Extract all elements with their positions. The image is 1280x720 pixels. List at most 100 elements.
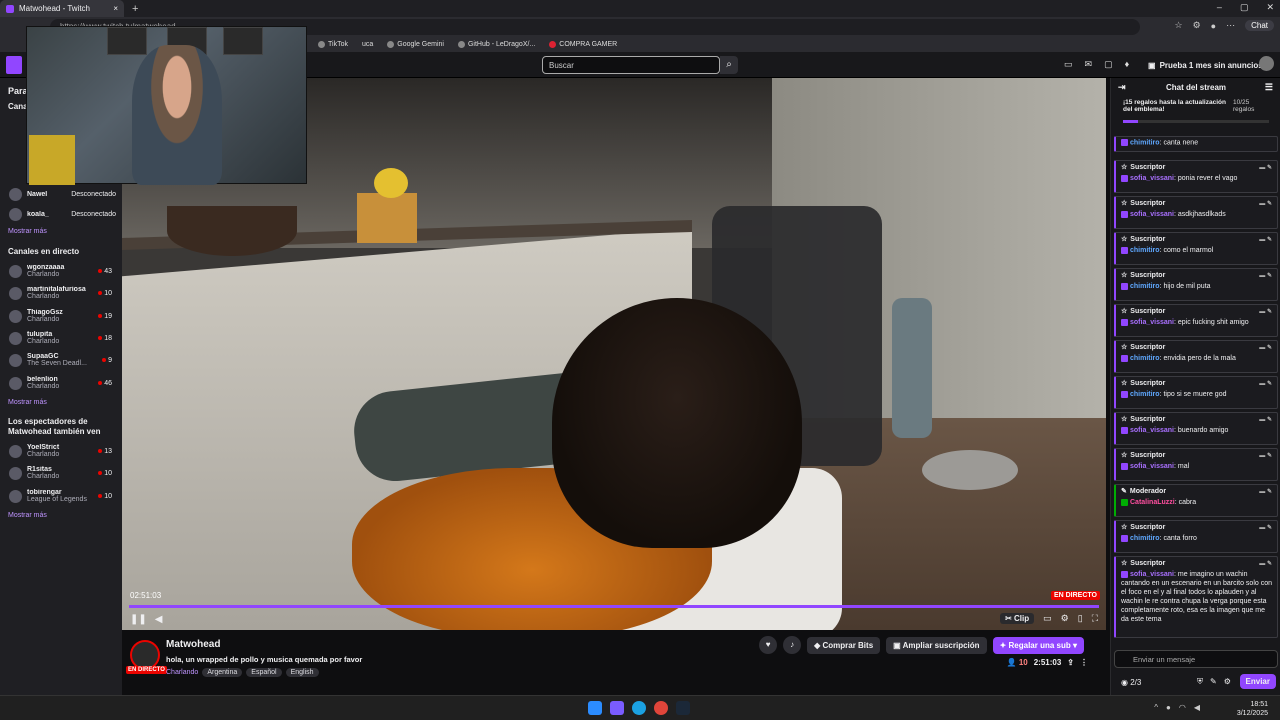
pause-icon[interactable]: ❚❚ xyxy=(130,614,147,625)
pencil-icon[interactable]: ✎ xyxy=(1210,677,1217,687)
chat-message[interactable]: ☆ Suscriptor ▬ ✎ chimitiro: como el marmol xyxy=(1114,232,1278,265)
tag-pill[interactable]: Español xyxy=(246,668,282,677)
chat-settings-icon[interactable]: ⚙ xyxy=(1224,677,1231,687)
mail-icon[interactable]: ✉ xyxy=(1085,59,1093,70)
chat-username[interactable]: sofia_vissani xyxy=(1130,571,1174,578)
chat-username[interactable]: sofia_vissani xyxy=(1130,319,1174,326)
theatre-mode-icon[interactable]: ▯ xyxy=(1078,613,1083,624)
search-icon[interactable]: ⌕ xyxy=(720,56,738,74)
chat-username[interactable]: chimitiro xyxy=(1130,283,1160,290)
chat-message[interactable]: ☆ Suscriptor ▬ ✎ chimitiro: canta forro xyxy=(1114,520,1278,553)
popout-icon[interactable]: ▭ xyxy=(1043,613,1052,624)
sidebar-item-recommended[interactable]: tobirengar League of Legends 10 xyxy=(0,485,122,507)
chat-username[interactable]: sofia_vissani xyxy=(1130,211,1174,218)
message-tools-icon[interactable]: ▬ ✎ xyxy=(1259,416,1272,423)
sidebar-item-live[interactable]: wgonzaaaa Charlando 43 xyxy=(0,260,122,282)
volume-icon[interactable]: ◀ xyxy=(155,614,163,625)
wifi-icon[interactable]: ◠ xyxy=(1179,703,1186,712)
close-tab-icon[interactable]: × xyxy=(113,4,118,13)
notifications-icon[interactable]: ♦ xyxy=(1125,59,1130,70)
chat-message[interactable]: ☆ Suscriptor ▬ ✎ sofia_vissani: ponia rever… xyxy=(1114,160,1278,193)
sidebar-item-live[interactable]: belenlion Charlando 46 xyxy=(0,372,122,394)
tag-pill[interactable]: English xyxy=(285,668,319,677)
notification-bell-icon[interactable]: ♪ xyxy=(783,636,802,654)
bookmark-item[interactable]: Google Gemini xyxy=(387,41,444,48)
share-icon[interactable]: ⇪ xyxy=(1067,658,1074,667)
message-tools-icon[interactable]: ▬ ✎ xyxy=(1259,344,1272,351)
users-icon[interactable]: ☰ xyxy=(1265,82,1273,93)
chat-message[interactable]: ☆ Suscriptor ▬ ✎ chimitiro: hijo de mil put… xyxy=(1114,268,1278,301)
gift-sub-button[interactable]: ✦ Regalar una sub ▾ xyxy=(992,636,1084,654)
bookmark-item[interactable]: TikTok xyxy=(318,41,348,48)
new-tab-button[interactable]: + xyxy=(132,3,138,15)
message-tools-icon[interactable]: ▬ ✎ xyxy=(1259,524,1272,531)
sidebar-item-nawel[interactable]: Nawel Desconectado xyxy=(0,183,122,205)
sidebar-item-live[interactable]: martinitalafuriosa Charlando 10 xyxy=(0,282,122,304)
shield-icon[interactable]: ⛨ xyxy=(1197,677,1203,687)
category-link[interactable]: Charlando xyxy=(166,669,198,676)
chat-username[interactable]: sofia_vissani xyxy=(1130,427,1174,434)
buy-bits-button[interactable]: ◆ Comprar Bits xyxy=(807,636,881,654)
sidebar-item-live[interactable]: SupaaGC The Seven Deadl... 9 xyxy=(0,349,122,371)
message-tools-icon[interactable]: ▬ ✎ xyxy=(1259,164,1272,171)
chat-message[interactable]: ☆ Suscriptor ▬ ✎ chimitiro: tipo si se muer… xyxy=(1114,376,1278,409)
message-tools-icon[interactable]: ▬ ✎ xyxy=(1259,452,1272,459)
gift-goal-banner[interactable]: ¡15 regalos hasta la actualización del e… xyxy=(1111,96,1280,128)
message-tools-icon[interactable]: ▬ ✎ xyxy=(1259,560,1272,567)
whispers-icon[interactable]: ▢ xyxy=(1104,59,1113,70)
maximize-button[interactable]: ▢ xyxy=(1240,2,1249,13)
more-options-icon[interactable]: ⋮ xyxy=(1080,658,1088,667)
user-avatar[interactable] xyxy=(1259,56,1274,71)
chat-username[interactable]: sofia_vissani xyxy=(1130,463,1174,470)
browser-chat-button[interactable]: Chat xyxy=(1245,20,1274,31)
app-icon[interactable] xyxy=(610,701,624,715)
twitch-logo-icon[interactable] xyxy=(6,56,22,74)
fullscreen-icon[interactable]: ⛶ xyxy=(1092,613,1098,624)
chat-message[interactable]: ☆ Suscriptor ▬ ✎ sofia_vissani: mal xyxy=(1114,448,1278,481)
chat-message[interactable]: chimitiro: canta nene xyxy=(1114,136,1278,152)
channel-points[interactable]: ◉ 2/3 xyxy=(1121,678,1141,687)
chat-message[interactable]: ☆ Suscriptor ▬ ✎ sofia_vissani: buenardo am… xyxy=(1114,412,1278,445)
sidebar-item-live[interactable]: ThiagoGsz Charlando 19 xyxy=(0,305,122,327)
close-window-button[interactable]: ✕ xyxy=(1266,2,1274,13)
menu-icon[interactable]: ⋯ xyxy=(1226,20,1235,31)
bookmark-star-icon[interactable]: ☆ xyxy=(1175,20,1183,31)
bookmark-item[interactable]: GitHub - LeDragoX/... xyxy=(457,41,535,48)
message-tools-icon[interactable]: ▬ ✎ xyxy=(1259,308,1272,315)
sidebar-item-recommended[interactable]: YoelStrict Charlando 13 xyxy=(0,440,122,462)
steam-icon[interactable] xyxy=(676,701,690,715)
mic-icon[interactable]: ● xyxy=(1166,703,1171,712)
show-more-link[interactable]: Mostrar más xyxy=(8,399,47,406)
chat-message[interactable]: ☆ Suscriptor ▬ ✎ chimitiro: envidia pero de… xyxy=(1114,340,1278,373)
inbox-icon[interactable]: ▭ xyxy=(1064,59,1073,70)
chat-username[interactable]: chimitiro xyxy=(1130,535,1160,542)
message-tools-icon[interactable]: ▬ ✎ xyxy=(1259,380,1272,387)
sidebar-item-koala[interactable]: koala_ Desconectado xyxy=(0,203,122,225)
chat-username[interactable]: chimitiro xyxy=(1130,391,1160,398)
sidebar-item-live[interactable]: tulupita Charlando 18 xyxy=(0,327,122,349)
collapse-chat-icon[interactable]: ⇥ xyxy=(1118,82,1126,93)
tag-pill[interactable]: Argentina xyxy=(202,668,243,677)
chat-username[interactable]: chimitiro xyxy=(1130,355,1160,362)
volume-icon[interactable]: ◀ xyxy=(1194,703,1200,712)
message-tools-icon[interactable]: ▬ ✎ xyxy=(1259,236,1272,243)
edge-icon[interactable] xyxy=(632,701,646,715)
clip-button[interactable]: ✂ Clip xyxy=(1000,613,1035,624)
browser-tab[interactable]: Matwohead - Twitch × xyxy=(0,0,124,17)
sidebar-item-recommended[interactable]: R1sitas Charlando 10 xyxy=(0,462,122,484)
chrome-icon[interactable] xyxy=(654,701,668,715)
search-input[interactable]: Buscar xyxy=(542,56,720,74)
bookmark-item[interactable]: COMPRA GAMER xyxy=(549,41,617,48)
bookmark-item[interactable]: uca xyxy=(362,41,373,48)
windows-start-icon[interactable] xyxy=(588,701,602,715)
show-more-link[interactable]: Mostrar más xyxy=(8,228,47,235)
send-button[interactable]: Enviar xyxy=(1239,674,1276,689)
message-tools-icon[interactable]: ▬ ✎ xyxy=(1259,272,1272,279)
chat-message[interactable]: ☆ Suscriptor ▬ ✎ sofia_vissani: asdkjhasdlk… xyxy=(1114,196,1278,229)
follow-heart-icon[interactable]: ♥ xyxy=(759,636,778,654)
chat-username[interactable]: CatalinaLuzzi xyxy=(1130,499,1175,506)
chat-message[interactable]: ☆ Suscriptor ▬ ✎ sofia_vissani: epic fuckin… xyxy=(1114,304,1278,337)
system-clock[interactable]: 18:51 3/12/2025 xyxy=(1237,700,1268,718)
profile-icon[interactable]: ● xyxy=(1211,21,1216,31)
message-tools-icon[interactable]: ▬ ✎ xyxy=(1259,200,1272,207)
